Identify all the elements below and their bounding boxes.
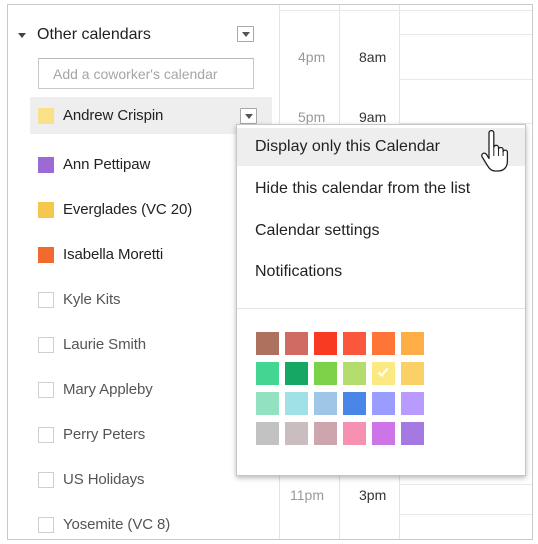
color-option[interactable] [314, 392, 337, 415]
grid-line [399, 484, 532, 485]
calendar-checkbox[interactable] [38, 291, 54, 308]
time-label-tz2: 8am [359, 49, 387, 65]
collapse-triangle-icon[interactable] [18, 33, 26, 38]
color-option[interactable] [401, 362, 424, 385]
menu-item-calendar-settings[interactable]: Calendar settings [237, 212, 525, 250]
color-option[interactable] [372, 422, 395, 445]
calendar-checkbox[interactable] [38, 336, 54, 353]
calendar-item-label[interactable]: Everglades (VC 20) [63, 201, 192, 218]
color-option[interactable] [401, 422, 424, 445]
calendar-item-label[interactable]: Andrew Crispin [63, 107, 163, 124]
calendar-item-label[interactable]: Yosemite (VC 8) [63, 516, 170, 533]
calendar-item-yosemite[interactable]: Yosemite (VC 8) [30, 502, 272, 539]
other-calendars-header[interactable]: Other calendars [18, 24, 151, 46]
menu-item-notifications[interactable]: Notifications [237, 253, 525, 291]
other-calendars-title[interactable]: Other calendars [37, 26, 151, 44]
chevron-down-icon [245, 114, 253, 119]
color-option[interactable] [372, 392, 395, 415]
color-option[interactable] [285, 422, 308, 445]
calendar-checkbox[interactable] [38, 471, 54, 488]
color-option[interactable] [372, 332, 395, 355]
color-option[interactable] [285, 362, 308, 385]
hand-pointer-icon [481, 130, 509, 172]
time-label-tz2: 3pm [359, 487, 387, 503]
calendar-checkbox[interactable] [38, 426, 54, 443]
color-option[interactable] [256, 362, 279, 385]
other-calendars-dropdown-button[interactable] [237, 26, 254, 42]
grid-line [399, 514, 532, 515]
time-label-tz1: 11pm [290, 487, 324, 503]
time-label-tz1: 4pm [298, 49, 326, 65]
color-option[interactable] [256, 332, 279, 355]
color-option[interactable] [343, 392, 366, 415]
calendar-item-label[interactable]: Mary Appleby [63, 381, 153, 398]
calendar-color-swatch[interactable] [38, 156, 54, 173]
calendar-item-label[interactable]: Perry Peters [63, 426, 145, 443]
grid-line [399, 34, 532, 35]
color-option[interactable] [256, 392, 279, 415]
menu-separator [237, 308, 525, 309]
calendar-checkbox[interactable] [38, 516, 54, 533]
time-label-tz2: 9am [359, 109, 387, 125]
calendar-checkbox[interactable] [38, 381, 54, 398]
calendar-item-label[interactable]: Kyle Kits [63, 291, 121, 308]
color-option[interactable] [314, 422, 337, 445]
color-option[interactable] [401, 332, 424, 355]
color-option[interactable] [285, 332, 308, 355]
grid-line [399, 79, 532, 80]
calendar-color-swatch[interactable] [38, 107, 54, 124]
color-option[interactable] [285, 392, 308, 415]
color-option[interactable] [343, 362, 366, 385]
calendar-color-swatch[interactable] [38, 246, 54, 263]
color-palette [256, 332, 424, 445]
add-coworker-input[interactable] [38, 58, 254, 89]
color-option-selected[interactable] [372, 362, 395, 385]
time-label-tz1: 5pm [298, 109, 326, 125]
color-option[interactable] [256, 422, 279, 445]
calendar-color-swatch[interactable] [38, 201, 54, 218]
checkmark-icon [377, 367, 389, 377]
calendar-item-label[interactable]: US Holidays [63, 471, 145, 488]
calendar-item-label[interactable]: Isabella Moretti [63, 246, 163, 263]
chevron-down-icon [242, 32, 250, 37]
calendar-item-label[interactable]: Laurie Smith [63, 336, 146, 353]
color-option[interactable] [314, 332, 337, 355]
color-option[interactable] [401, 392, 424, 415]
color-option[interactable] [343, 332, 366, 355]
grid-line [279, 10, 532, 11]
calendar-item-label[interactable]: Ann Pettipaw [63, 156, 150, 173]
color-option[interactable] [314, 362, 337, 385]
color-option[interactable] [343, 422, 366, 445]
calendar-options-dropdown-button[interactable] [240, 108, 257, 124]
